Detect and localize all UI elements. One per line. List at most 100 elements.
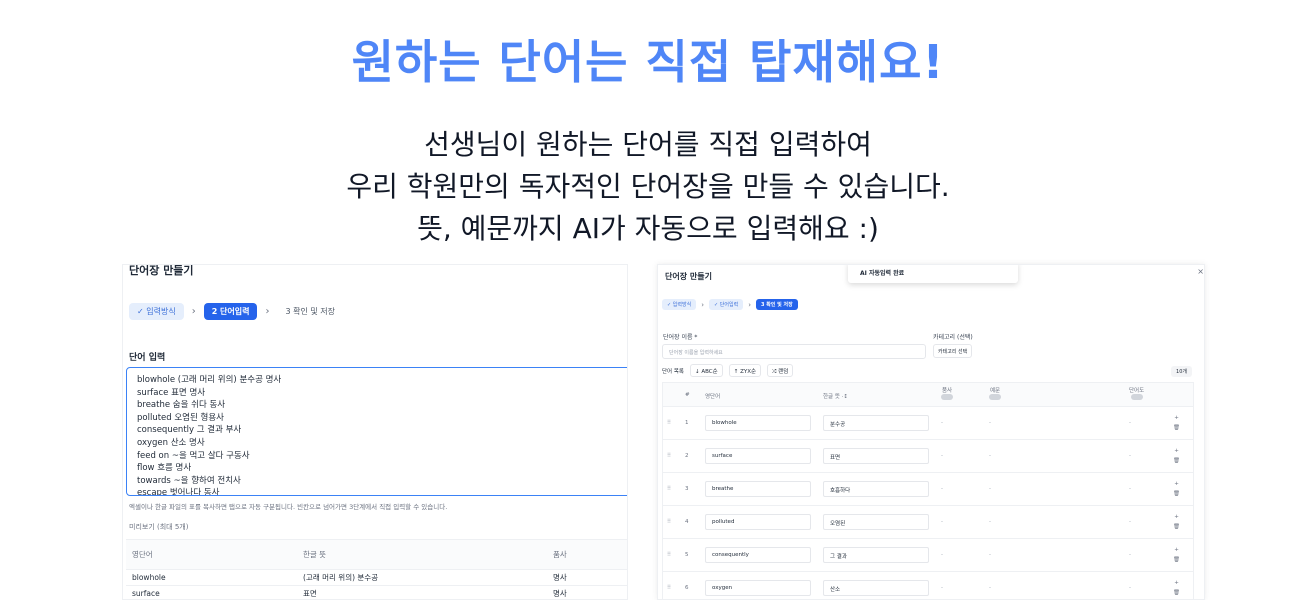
korean-input[interactable]: 표면 (823, 448, 929, 464)
drag-handle-icon[interactable]: ⠿ (667, 552, 671, 558)
drag-handle-icon[interactable]: ⠿ (667, 453, 671, 459)
table-header: 영단어 한글 뜻 품사 (126, 539, 627, 570)
korean-input[interactable]: 분수공 (823, 415, 929, 431)
ai-complete-toast: AI 자동입력 완료 (848, 265, 1018, 283)
col-level: 단어도 (1129, 386, 1144, 402)
example-cell: - (989, 420, 991, 426)
drag-handle-icon[interactable]: ⠿ (667, 585, 671, 591)
toggle-switch[interactable] (1130, 394, 1143, 400)
sort-zyx-button[interactable]: ↑ ZYX순 (728, 364, 762, 377)
example-cell: - (989, 519, 991, 525)
pos-cell: - (941, 453, 943, 459)
cell-pos: 명사 (553, 573, 567, 582)
trash-icon[interactable]: 🗑 (1173, 491, 1180, 497)
entry-line: blowhole (고래 머리 위의) 분수공 명사 (137, 375, 282, 385)
row-actions: + 🗑 (1173, 479, 1180, 499)
trash-icon[interactable]: 🗑 (1173, 458, 1180, 464)
trash-icon[interactable]: 🗑 (1173, 524, 1180, 530)
row-actions: + 🗑 (1173, 545, 1180, 565)
level-cell: - (1129, 519, 1131, 525)
table-row: blowhole (고래 머리 위의) 분수공 명사 (126, 570, 627, 586)
word-count-badge: 10개 (1171, 366, 1192, 377)
example-cell: - (989, 585, 991, 591)
add-icon[interactable]: + (1174, 448, 1179, 454)
add-icon[interactable]: + (1174, 547, 1179, 553)
chevron-right-icon: › (191, 306, 196, 317)
row-number: 5 (685, 552, 689, 558)
step-input-method[interactable]: ✓ 입력방식 (129, 303, 184, 320)
entry-line: towards ~을 향하여 전치사 (137, 475, 241, 486)
wordbook-name-input[interactable]: 단어장 이름을 입력하세요 (662, 344, 926, 359)
trash-icon[interactable]: 🗑 (1173, 557, 1180, 563)
toggle-switch[interactable] (989, 394, 1001, 400)
trash-icon[interactable]: 🗑 (1173, 590, 1180, 596)
add-icon[interactable]: + (1174, 415, 1179, 421)
entry-line: flow 흐름 명사 (137, 463, 192, 474)
col-index: # (685, 392, 690, 398)
table-row: ⠿ 4 polluted 오염된 - - - + 🗑 (663, 506, 1193, 539)
korean-input[interactable]: 오염된 (823, 514, 929, 530)
close-icon[interactable]: × (1197, 267, 1204, 276)
row-number: 6 (685, 585, 689, 591)
pos-cell: - (941, 519, 943, 525)
english-input[interactable]: blowhole (705, 415, 811, 431)
input-hint: 엑셀이나 한글 파일의 표를 복사하면 탭으로 자동 구분됩니다. 빈칸으로 넘… (129, 503, 448, 511)
korean-input[interactable]: 그 결과 (823, 547, 929, 563)
trash-icon[interactable]: 🗑 (1173, 425, 1180, 431)
drag-handle-icon[interactable]: ⠿ (667, 519, 671, 525)
hero-line-3: 뜻, 예문까지 AI가 자동으로 입력해요 :) (417, 212, 879, 245)
word-table: # 영단어 한글 뜻 ·↕ 품사 예문 단어도 ⠿ 1 blowhole 분수공… (662, 382, 1194, 599)
cell-english: surface (132, 589, 160, 598)
cell-korean: (고래 머리 위의) 분수공 (303, 573, 379, 582)
row-number: 2 (685, 453, 689, 459)
row-number: 3 (685, 486, 689, 492)
step-confirm-save[interactable]: 3 확인 및 저장 (756, 299, 798, 310)
col-pos: 품사 (941, 386, 953, 402)
sort-abc-button[interactable]: ↓ ABC순 (690, 364, 723, 377)
col-english: 영단어 (132, 550, 153, 559)
step-word-input[interactable]: ✓ 단어입력 (709, 299, 744, 310)
cell-pos: 명사 (553, 589, 567, 598)
add-icon[interactable]: + (1174, 514, 1179, 520)
word-textarea[interactable]: blowhole (고래 머리 위의) 분수공 명사 surface 표면 명사… (126, 367, 627, 496)
step-input-method[interactable]: ✓ 입력방식 (662, 299, 697, 310)
chevron-right-icon: › (701, 300, 704, 309)
col-korean: 한글 뜻 (303, 550, 327, 559)
table-row: ⠿ 1 blowhole 분수공 - - - + 🗑 (663, 407, 1193, 440)
english-input[interactable]: breathe (705, 481, 811, 497)
level-cell: - (1129, 585, 1131, 591)
stepper: ✓ 입력방식 › ✓ 단어입력 › 3 확인 및 저장 (662, 299, 798, 310)
name-label: 단어장 이름 * (663, 334, 698, 341)
toggle-switch[interactable] (941, 394, 953, 400)
category-select-button[interactable]: 카테고리 선택 (933, 344, 973, 358)
english-input[interactable]: consequently (705, 547, 811, 563)
add-icon[interactable]: + (1174, 580, 1179, 586)
step-word-input[interactable]: 2 단어입력 (203, 303, 258, 320)
preview-label: 미리보기 (최대 5개) (129, 523, 189, 531)
example-cell: - (989, 486, 991, 492)
entry-line: escape 벗어나다 동사 (137, 488, 220, 496)
category-label: 카테고리 (선택) (933, 334, 973, 341)
col-pos: 품사 (553, 550, 567, 559)
english-input[interactable]: oxygen (705, 580, 811, 596)
chevron-right-icon: › (748, 300, 751, 309)
col-korean: 한글 뜻 ·↕ (823, 394, 849, 400)
add-icon[interactable]: + (1174, 481, 1179, 487)
shuffle-button[interactable]: ⤮ 랜덤 (767, 364, 794, 377)
korean-input[interactable]: 산소 (823, 580, 929, 596)
row-actions: + 🗑 (1173, 512, 1180, 532)
step-confirm-save[interactable]: 3 확인 및 저장 (277, 303, 343, 320)
english-input[interactable]: surface (705, 448, 811, 464)
example-cell: - (989, 453, 991, 459)
drag-handle-icon[interactable]: ⠿ (667, 486, 671, 492)
korean-input[interactable]: 호흡하다 (823, 481, 929, 497)
list-toolbar: 단어 목록 ↓ ABC순 ↑ ZYX순 ⤮ 랜덤 (662, 364, 794, 377)
level-cell: - (1129, 453, 1131, 459)
row-number: 4 (685, 519, 689, 525)
preview-table: 영단어 한글 뜻 품사 blowhole (고래 머리 위의) 분수공 명사 s… (126, 539, 627, 599)
chevron-right-icon: › (265, 306, 270, 317)
english-input[interactable]: polluted (705, 514, 811, 530)
drag-handle-icon[interactable]: ⠿ (667, 420, 671, 426)
hero-line-1: 선생님이 원하는 단어를 직접 입력하여 (424, 128, 872, 161)
word-input-panel: 단어장 만들기 ✓ 입력방식 › 2 단어입력 › 3 확인 및 저장 단어 입… (122, 264, 628, 600)
